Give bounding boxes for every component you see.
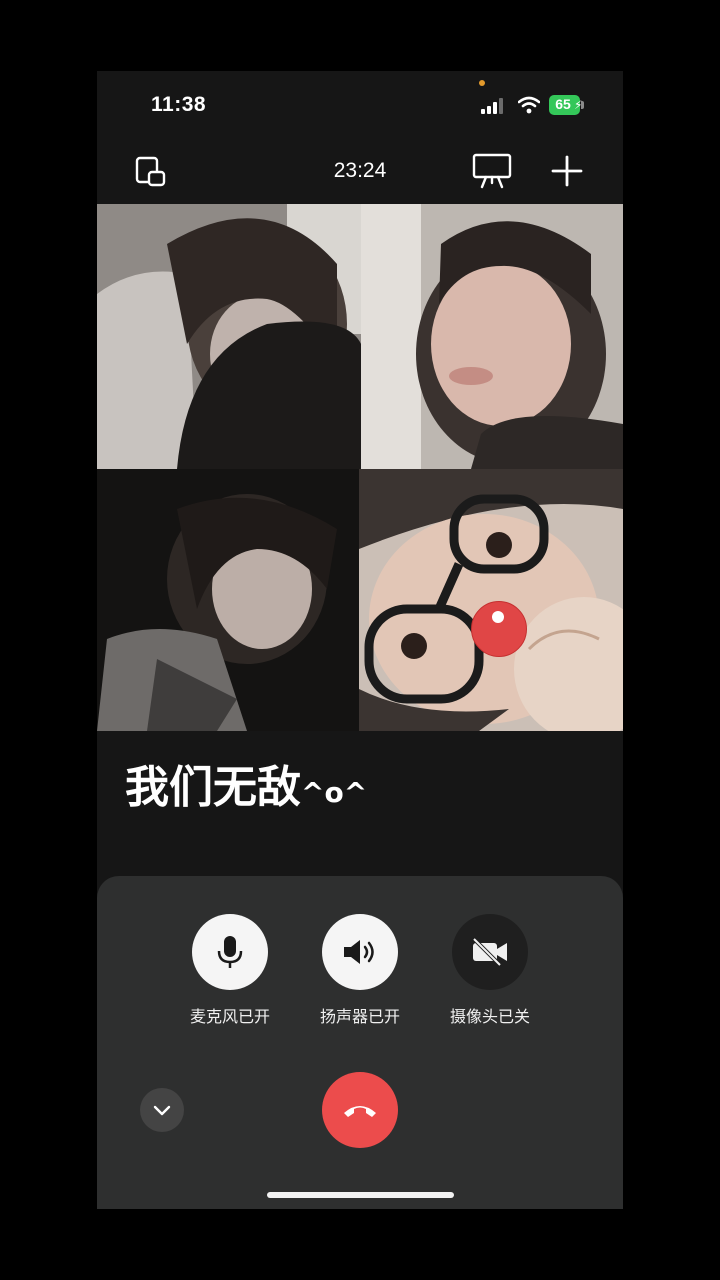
participant-video-tile-2[interactable] [361,204,623,469]
recording-indicator[interactable] [471,601,527,657]
video-caption: 我们无敌^o^ [125,751,367,815]
camera-off-icon[interactable] [452,914,528,990]
call-duration: 23:24 [333,159,387,182]
home-indicator[interactable] [267,1192,454,1198]
status-bar: 11:38 65 ⚡ [97,71,623,139]
wifi-icon [518,96,540,114]
mic-toggle[interactable]: 麦克风已开 [175,914,285,1027]
hang-up-icon [344,1106,376,1117]
add-participant-icon[interactable] [549,153,585,189]
minimize-window-icon[interactable] [133,154,169,190]
recording-indicator-highlight [492,611,504,623]
screen-share-icon[interactable] [471,151,513,191]
camera-label: 摄像头已关 [449,1007,530,1026]
participant-2-video-frame [361,204,623,469]
speaker-icon[interactable] [322,914,398,990]
participant-video-tile-1[interactable] [97,204,361,469]
call-top-bar: 23:24 [97,139,623,203]
participant-3-video-frame [97,469,359,731]
chevron-down-icon [153,1105,171,1116]
mic-in-use-indicator [479,80,485,86]
mic-label: 麦克风已开 [189,1007,270,1026]
collapse-panel-button[interactable] [140,1088,184,1132]
hang-up-button[interactable] [322,1072,398,1148]
battery-level: 65 [555,96,571,112]
participant-4-video-frame [359,469,623,731]
caption-text: 我们无敌 [125,762,301,813]
participant-video-tile-3[interactable] [97,469,359,731]
speaker-toggle[interactable]: 扬声器已开 [305,914,415,1027]
battery-charging-icon: 65 ⚡ [549,95,585,115]
signal-icon [481,98,503,114]
caption-emoticon: ^o^ [301,776,368,809]
video-call-screen: 11:38 65 ⚡ 23:24 我们无敌^o^ 麦克风已开 扬声器已开 摄像头… [97,71,623,1209]
participant-video-tile-4[interactable] [359,469,623,731]
microphone-icon[interactable] [192,914,268,990]
status-time: 11:38 [151,93,207,116]
camera-toggle[interactable]: 摄像头已关 [435,914,545,1027]
participant-video-grid [97,204,623,731]
speaker-label: 扬声器已开 [319,1007,400,1026]
battery-cap [581,101,584,109]
call-control-panel: 麦克风已开 扬声器已开 摄像头已关 [97,876,623,1209]
participant-1-video-frame [97,204,361,469]
